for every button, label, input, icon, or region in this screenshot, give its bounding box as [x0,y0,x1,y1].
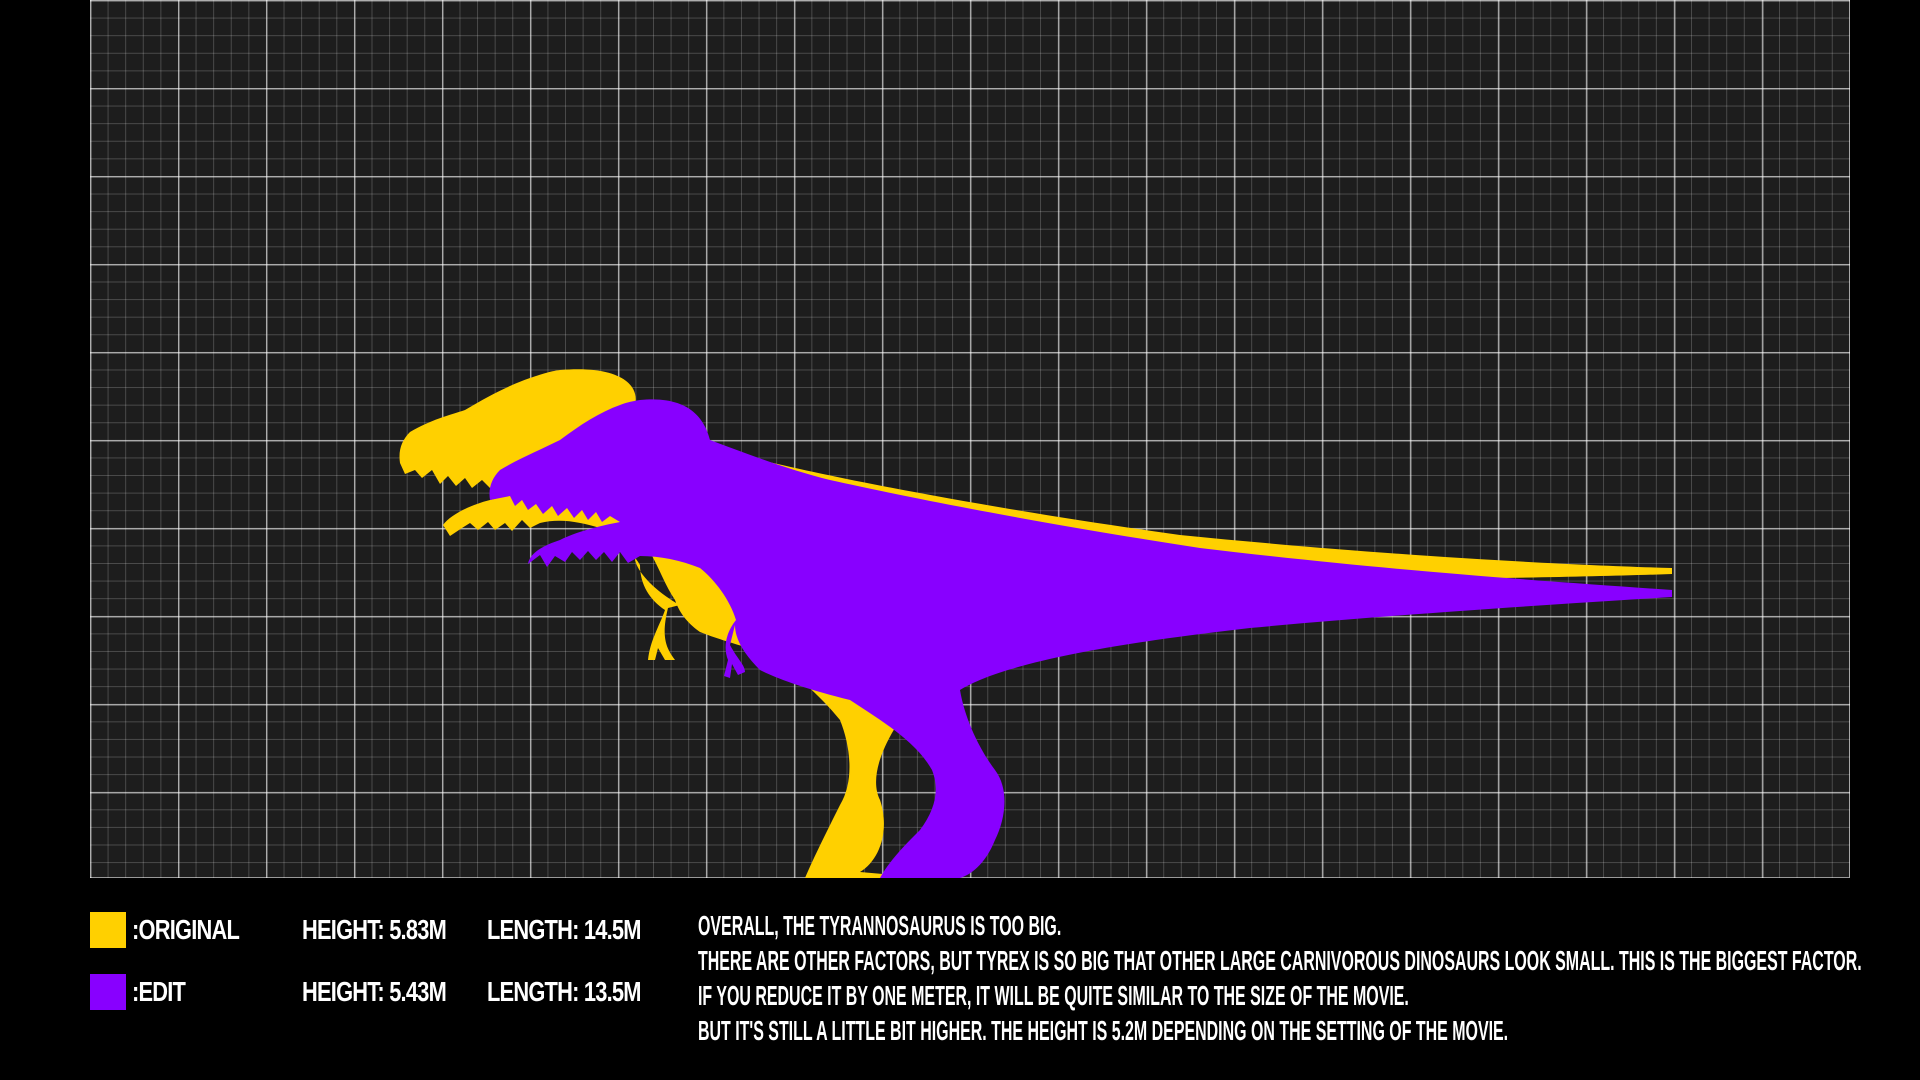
legend-edit-length: length: 13.5m [487,976,641,1007]
note-line-1: Overall, the Tyrannosaurus is too big. [698,910,1062,941]
legend-original-label: :Original [132,914,240,945]
notes-block: Overall, the Tyrannosaurus is too big. T… [698,908,1898,1048]
tyrannosaurus-edit-silhouette [489,399,1672,878]
note-line-2: There are other factors, but Tyrex is so… [698,945,1862,976]
legend-original-length: length: 14.5m [487,914,641,945]
note-line-4: But it's still a little bit higher. The … [698,1015,1509,1046]
legend-edit: :Edit Height: 5.43m length: 13.5m [90,974,641,1010]
legend-original: :Original Height: 5.83m length: 14.5m [90,912,641,948]
legend-edit-height: Height: 5.43m [302,976,447,1007]
note-line-3: If you reduce it by one meter, it will b… [698,980,1409,1011]
original-color-swatch [90,912,126,948]
legend-edit-label: :Edit [132,976,186,1007]
edit-body [489,399,1672,878]
edit-color-swatch [90,974,126,1010]
legend-original-height: Height: 5.83m [302,914,447,945]
